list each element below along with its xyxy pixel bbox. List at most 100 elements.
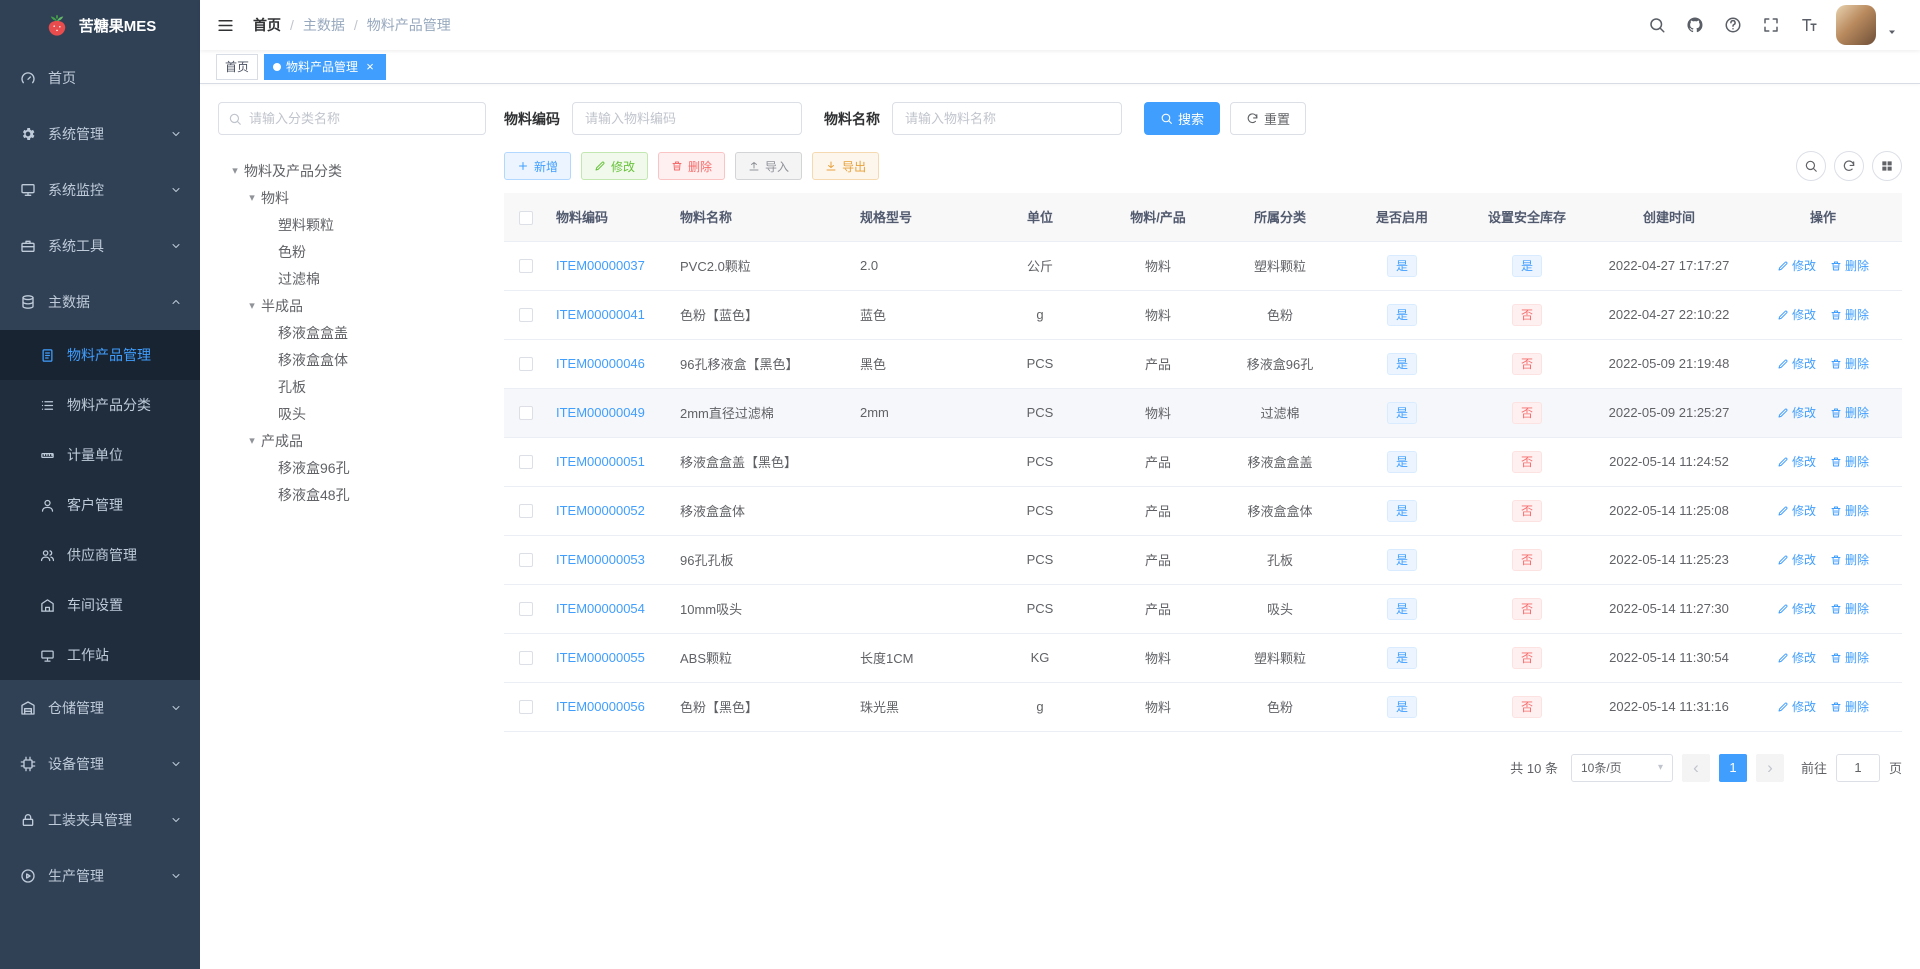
edit-row-link[interactable]: 修改: [1777, 257, 1816, 274]
row-checkbox[interactable]: [519, 406, 533, 421]
delete-row-link[interactable]: 删除: [1830, 257, 1869, 274]
goto-page-input[interactable]: [1835, 753, 1880, 782]
next-page-button[interactable]: ›: [1755, 753, 1784, 782]
tree-node[interactable]: ▾ 半成品: [218, 292, 486, 319]
edit-row-link[interactable]: 修改: [1777, 600, 1816, 617]
search-tool-button[interactable]: [1796, 151, 1826, 181]
sidebar-item-6[interactable]: 设备管理: [0, 736, 200, 792]
delete-row-link[interactable]: 删除: [1830, 649, 1869, 666]
sidebar-subitem-6[interactable]: 工作站: [0, 630, 200, 680]
edit-row-link[interactable]: 修改: [1777, 453, 1816, 470]
row-checkbox[interactable]: [519, 553, 533, 568]
delete-row-link[interactable]: 删除: [1830, 306, 1869, 323]
tree-node[interactable]: ▾ 物料及产品分类: [218, 157, 486, 184]
search-button[interactable]: 搜索: [1144, 102, 1221, 135]
tab-1[interactable]: 物料产品管理 ×: [264, 53, 387, 80]
page-size-select[interactable]: 10条/页 ▾: [1570, 753, 1673, 782]
sidebar-item-0[interactable]: 首页: [0, 50, 200, 106]
import-button[interactable]: 导入: [735, 152, 803, 180]
grid-tool-button[interactable]: [1872, 151, 1902, 181]
delete-row-link[interactable]: 删除: [1830, 502, 1869, 519]
caret-down-icon[interactable]: ▾: [243, 434, 261, 447]
tree-node[interactable]: ▾ 物料: [218, 184, 486, 211]
caret-down-icon[interactable]: ▾: [226, 164, 244, 177]
tree-node[interactable]: 移液盒盒盖: [218, 319, 486, 346]
caret-down-icon[interactable]: ▾: [243, 191, 261, 204]
sidebar-subitem-3[interactable]: 客户管理: [0, 480, 200, 530]
sidebar-subitem-0[interactable]: 物料产品管理: [0, 330, 200, 380]
row-checkbox[interactable]: [519, 651, 533, 666]
material-code-link[interactable]: ITEM00000051: [556, 454, 645, 469]
close-icon[interactable]: ×: [363, 60, 377, 74]
material-code-link[interactable]: ITEM00000046: [556, 356, 645, 371]
sidebar-item-2[interactable]: 系统监控: [0, 162, 200, 218]
edit-button[interactable]: 修改: [581, 152, 649, 180]
material-code-input[interactable]: [572, 102, 802, 135]
tree-node[interactable]: 移液盒48孔: [218, 481, 486, 508]
tree-node[interactable]: 孔板: [218, 373, 486, 400]
row-checkbox[interactable]: [519, 259, 533, 274]
row-checkbox[interactable]: [519, 700, 533, 715]
material-name-input[interactable]: [892, 102, 1122, 135]
tree-node[interactable]: 吸头: [218, 400, 486, 427]
delete-button[interactable]: 删除: [658, 152, 726, 180]
row-checkbox[interactable]: [519, 308, 533, 323]
row-checkbox[interactable]: [519, 455, 533, 470]
row-checkbox[interactable]: [519, 504, 533, 519]
sidebar-subitem-5[interactable]: 车间设置: [0, 580, 200, 630]
sidebar-item-5[interactable]: 仓储管理: [0, 680, 200, 736]
sidebar-item-7[interactable]: 工装夹具管理: [0, 792, 200, 848]
prev-page-button[interactable]: ‹: [1681, 753, 1710, 782]
font-size-icon[interactable]: [1800, 16, 1818, 34]
question-icon[interactable]: [1724, 16, 1742, 34]
avatar[interactable]: [1836, 5, 1876, 45]
sidebar-item-3[interactable]: 系统工具: [0, 218, 200, 274]
material-code-link[interactable]: ITEM00000041: [556, 307, 645, 322]
github-icon[interactable]: [1686, 16, 1704, 34]
add-button[interactable]: 新增: [504, 152, 572, 180]
edit-row-link[interactable]: 修改: [1777, 502, 1816, 519]
material-code-link[interactable]: ITEM00000049: [556, 405, 645, 420]
tree-node[interactable]: 色粉: [218, 238, 486, 265]
page-1-button[interactable]: 1: [1718, 753, 1747, 782]
app-logo[interactable]: 苦糖果MES: [0, 0, 200, 50]
delete-row-link[interactable]: 删除: [1830, 551, 1869, 568]
delete-row-link[interactable]: 删除: [1830, 453, 1869, 470]
material-code-link[interactable]: ITEM00000053: [556, 552, 645, 567]
caret-down-icon[interactable]: [1886, 26, 1898, 38]
breadcrumb-item-0[interactable]: 首页: [253, 15, 281, 35]
export-button[interactable]: 导出: [812, 152, 880, 180]
tab-0[interactable]: 首页: [216, 53, 259, 80]
edit-row-link[interactable]: 修改: [1777, 306, 1816, 323]
tree-node[interactable]: 塑料颗粒: [218, 211, 486, 238]
sidebar-subitem-1[interactable]: 物料产品分类: [0, 380, 200, 430]
tree-node[interactable]: 移液盒盒体: [218, 346, 486, 373]
sidebar-item-4[interactable]: 主数据: [0, 274, 200, 330]
tree-node[interactable]: 移液盒96孔: [218, 454, 486, 481]
delete-row-link[interactable]: 删除: [1830, 698, 1869, 715]
search-icon[interactable]: [1648, 16, 1666, 34]
sidebar-item-1[interactable]: 系统管理: [0, 106, 200, 162]
sidebar-subitem-4[interactable]: 供应商管理: [0, 530, 200, 580]
material-code-link[interactable]: ITEM00000055: [556, 650, 645, 665]
sidebar-subitem-2[interactable]: 计量单位: [0, 430, 200, 480]
edit-row-link[interactable]: 修改: [1777, 698, 1816, 715]
delete-row-link[interactable]: 删除: [1830, 355, 1869, 372]
tree-node[interactable]: ▾ 产成品: [218, 427, 486, 454]
edit-row-link[interactable]: 修改: [1777, 649, 1816, 666]
category-search-input[interactable]: [218, 102, 486, 135]
refresh-tool-button[interactable]: [1834, 151, 1864, 181]
material-code-link[interactable]: ITEM00000052: [556, 503, 645, 518]
sidebar-item-8[interactable]: 生产管理: [0, 848, 200, 904]
edit-row-link[interactable]: 修改: [1777, 404, 1816, 421]
fullscreen-icon[interactable]: [1762, 16, 1780, 34]
material-code-link[interactable]: ITEM00000037: [556, 258, 645, 273]
edit-row-link[interactable]: 修改: [1777, 551, 1816, 568]
delete-row-link[interactable]: 删除: [1830, 404, 1869, 421]
tree-node[interactable]: 过滤棉: [218, 265, 486, 292]
delete-row-link[interactable]: 删除: [1830, 600, 1869, 617]
select-all-checkbox[interactable]: [519, 210, 533, 225]
caret-down-icon[interactable]: ▾: [243, 299, 261, 312]
edit-row-link[interactable]: 修改: [1777, 355, 1816, 372]
sidebar-toggle-icon[interactable]: [216, 16, 235, 35]
